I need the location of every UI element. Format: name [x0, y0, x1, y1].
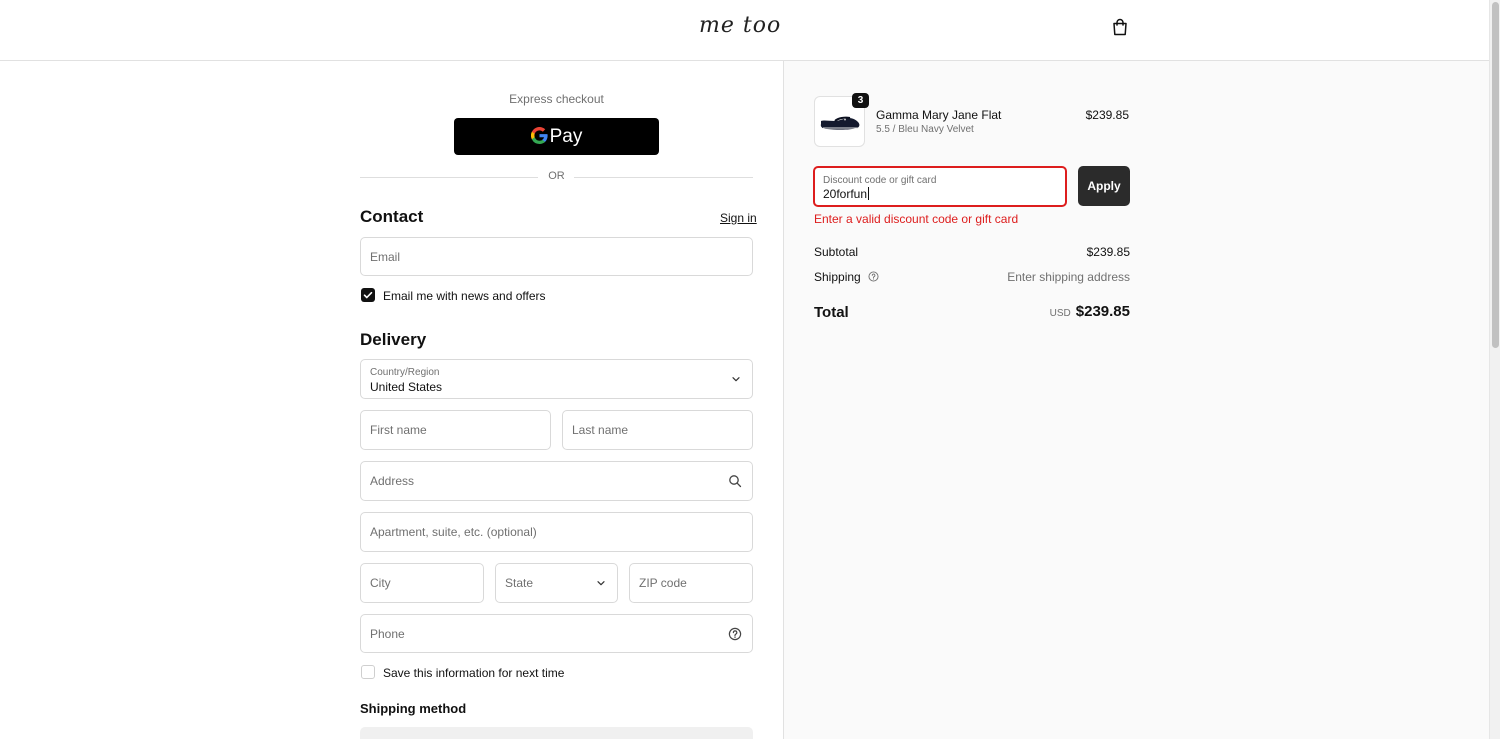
search-icon — [729, 475, 742, 488]
first-name-field[interactable]: First name — [360, 410, 551, 450]
contact-heading: Contact — [360, 207, 424, 226]
chevron-down-icon — [597, 581, 605, 586]
shipping-method-box — [360, 727, 753, 739]
quantity-badge: 3 — [852, 93, 869, 108]
first-name-placeholder: First name — [370, 423, 427, 437]
country-value: United States — [370, 380, 443, 394]
phone-placeholder: Phone — [370, 626, 405, 641]
shipping-method-heading: Shipping method — [360, 701, 467, 716]
city-placeholder: City — [370, 576, 391, 590]
save-info-checkbox[interactable] — [361, 665, 375, 679]
store-logo[interactable]: me too — [699, 13, 781, 38]
shipping-label: Shipping — [814, 270, 861, 284]
zip-field[interactable]: ZIP code — [629, 563, 753, 603]
shopping-bag-icon[interactable] — [1110, 17, 1130, 37]
delivery-heading: Delivery — [360, 330, 427, 349]
product-name: Gamma Mary Jane Flat — [876, 108, 1002, 122]
page-scrollbar[interactable] — [1489, 0, 1500, 739]
discount-error-message: Enter a valid discount code or gift card — [814, 212, 1019, 226]
total-label: Total — [814, 304, 849, 321]
state-placeholder: State — [505, 576, 534, 590]
or-text: OR — [548, 170, 565, 182]
discount-value: 20forfun — [823, 187, 868, 201]
apply-discount-button[interactable]: Apply — [1078, 166, 1130, 206]
google-pay-button[interactable]: Pay — [454, 118, 659, 155]
google-pay-label: Pay — [549, 125, 583, 147]
checkout-header: me too — [0, 0, 1489, 61]
discount-value-wrap: 20forfun — [823, 187, 870, 201]
checkmark-icon — [363, 291, 373, 299]
last-name-placeholder: Last name — [572, 423, 629, 437]
subtotal-label: Subtotal — [814, 245, 859, 259]
order-summary-panel — [783, 61, 1489, 739]
total-value-row: USD $239.85 — [960, 303, 1130, 321]
phone-field[interactable]: Phone — [360, 614, 753, 653]
newsletter-checkbox[interactable] — [361, 288, 375, 302]
google-g-icon — [530, 126, 548, 148]
discount-label: Discount code or gift card — [823, 175, 937, 186]
state-select[interactable]: State — [495, 563, 618, 603]
subtotal-value: $239.85 — [1086, 245, 1130, 259]
city-field[interactable]: City — [360, 563, 484, 603]
shipping-label-row: Shipping — [814, 270, 879, 284]
country-label: Country/Region — [370, 367, 440, 378]
apartment-field[interactable]: Apartment, suite, etc. (optional) — [360, 512, 753, 552]
newsletter-label: Email me with news and offers — [383, 289, 546, 303]
product-price: $239.85 — [1085, 108, 1129, 122]
product-variant: 5.5 / Bleu Navy Velvet — [876, 124, 974, 135]
last-name-field[interactable]: Last name — [562, 410, 753, 450]
sign-in-link[interactable]: Sign in — [720, 211, 757, 225]
email-placeholder: Email — [370, 249, 401, 264]
scrollbar-thumb[interactable] — [1492, 2, 1499, 348]
total-amount: $239.85 — [1075, 303, 1130, 320]
zip-placeholder: ZIP code — [639, 576, 687, 590]
help-circle-icon[interactable] — [728, 627, 742, 641]
discount-code-field[interactable]: Discount code or gift card 20forfun — [813, 166, 1067, 207]
address-placeholder: Address — [370, 474, 415, 488]
express-checkout-label: Express checkout — [509, 92, 604, 106]
help-circle-icon[interactable] — [868, 271, 879, 282]
chevron-down-icon — [732, 377, 740, 382]
total-currency: USD — [1049, 308, 1071, 319]
save-info-label: Save this information for next time — [383, 666, 565, 680]
or-divider: OR — [360, 170, 753, 184]
apartment-placeholder: Apartment, suite, etc. (optional) — [370, 525, 537, 539]
email-field[interactable]: Email — [360, 237, 753, 276]
shipping-value: Enter shipping address — [1007, 270, 1130, 284]
address-field[interactable]: Address — [360, 461, 753, 501]
country-select[interactable]: Country/Region United States — [360, 359, 753, 399]
